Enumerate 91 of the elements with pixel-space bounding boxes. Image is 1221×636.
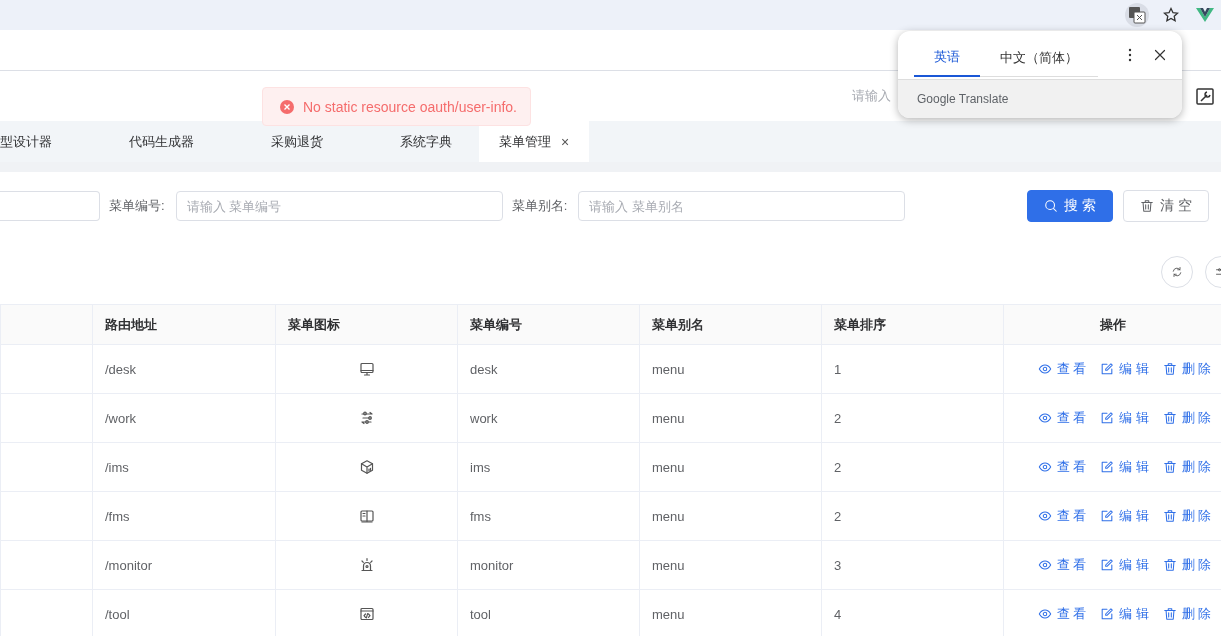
table-cell: /ims (92, 442, 276, 492)
table-cell: /desk (92, 344, 276, 394)
input-field[interactable]: 请输入 菜单别名 (578, 191, 906, 221)
trash-icon (1162, 558, 1177, 572)
input-field[interactable]: 请输入 菜单编号 (175, 191, 503, 221)
view-link[interactable]: 查 看 (1037, 458, 1087, 476)
tab[interactable]: 系统字典 (350, 121, 479, 162)
search-button[interactable]: 搜 索 (1027, 190, 1114, 222)
eye-icon (1037, 411, 1052, 425)
alarm-icon (358, 557, 375, 573)
tab[interactable]: 菜单管理 × (479, 121, 590, 162)
edit-icon (1100, 607, 1115, 621)
edit-icon (1100, 411, 1115, 425)
table-cell: menu (639, 491, 822, 541)
edit-link[interactable]: 编 辑 (1100, 360, 1149, 378)
edit-icon (1100, 509, 1115, 523)
toast-message: No static resource oauth/user-info. (303, 98, 517, 115)
table-cell: monitor (457, 540, 640, 590)
eye-icon (1037, 509, 1052, 523)
view-link[interactable]: 查 看 (1037, 360, 1087, 378)
trash-icon (1140, 199, 1155, 213)
edit-link[interactable]: 编 辑 (1100, 409, 1149, 427)
view-link[interactable]: 查 看 (1037, 556, 1087, 574)
clear-button[interactable]: 清 空 (1123, 190, 1209, 222)
language-tab[interactable]: 中文（简体） (980, 39, 1098, 77)
column-header: 路由地址 (92, 304, 276, 345)
field-label: 菜单别名: (511, 197, 568, 215)
input-field[interactable] (0, 191, 100, 221)
close-icon[interactable]: × (561, 133, 570, 150)
tool-icon[interactable] (1195, 86, 1215, 106)
edit-link[interactable]: 编 辑 (1100, 507, 1149, 525)
code-window-icon (358, 606, 375, 622)
delete-link[interactable]: 删 除 (1162, 605, 1212, 623)
view-link[interactable]: 查 看 (1037, 605, 1087, 623)
trash-icon (1162, 460, 1177, 474)
table-cell: 1 (821, 344, 1004, 394)
close-icon (1152, 47, 1168, 63)
table-cell: ims (457, 442, 640, 492)
table-cell: 2 (821, 393, 1004, 443)
table-cell: 2 (821, 442, 1004, 492)
view-link[interactable]: 查 看 (1037, 507, 1087, 525)
language-tab[interactable]: 英语 (914, 39, 980, 77)
table-cell: work (457, 393, 640, 443)
book-icon (358, 508, 375, 524)
edit-link[interactable]: 编 辑 (1100, 605, 1149, 623)
column-header: 操作 (1003, 304, 1221, 345)
eye-icon (1037, 607, 1052, 621)
table-cell: /fms (92, 491, 276, 541)
table-cell: fms (457, 491, 640, 541)
tab[interactable]: 代码生成器 (79, 121, 221, 162)
error-icon (279, 98, 295, 115)
column-header: 菜单编号 (457, 304, 640, 345)
column-header: 菜单别名 (639, 304, 822, 345)
edit-icon (1100, 460, 1115, 474)
eye-icon (1037, 362, 1052, 376)
translate-footer: Google Translate (917, 92, 1009, 106)
view-link[interactable]: 查 看 (1037, 409, 1087, 427)
delete-link[interactable]: 删 除 (1162, 556, 1212, 574)
table-cell: desk (457, 344, 640, 394)
table-cell: menu (639, 540, 822, 590)
cube-icon (358, 459, 375, 475)
column-header: 菜单图标 (275, 304, 458, 345)
trash-icon (1162, 411, 1177, 425)
table-cell: 2 (821, 491, 1004, 541)
column-header: 菜单排序 (821, 304, 1004, 345)
table-cell: menu (639, 393, 822, 443)
field-label: 菜单编号: (109, 197, 165, 215)
tab[interactable]: 型设计器 (0, 121, 79, 162)
refresh-icon (1171, 266, 1183, 278)
delete-link[interactable]: 删 除 (1162, 409, 1212, 427)
table-cell: /work (92, 393, 276, 443)
delete-link[interactable]: 删 除 (1162, 507, 1212, 525)
table-cell: /monitor (92, 540, 276, 590)
edit-link[interactable]: 编 辑 (1100, 458, 1149, 476)
delete-link[interactable]: 删 除 (1162, 360, 1212, 378)
edit-icon (1100, 362, 1115, 376)
eye-icon (1037, 558, 1052, 572)
edit-icon (1100, 558, 1115, 572)
translate-icon[interactable] (1125, 3, 1149, 27)
table-cell: menu (639, 442, 822, 492)
table-cell: menu (639, 344, 822, 394)
trash-icon (1162, 509, 1177, 523)
trash-icon (1162, 607, 1177, 621)
search-icon (1044, 199, 1059, 213)
table-cell: 3 (821, 540, 1004, 590)
trash-icon (1162, 362, 1177, 376)
delete-link[interactable]: 删 除 (1162, 458, 1212, 476)
tab[interactable]: 采购退货 (221, 121, 350, 162)
eye-icon (1037, 460, 1052, 474)
edit-link[interactable]: 编 辑 (1100, 556, 1149, 574)
monitor-icon (358, 361, 375, 377)
